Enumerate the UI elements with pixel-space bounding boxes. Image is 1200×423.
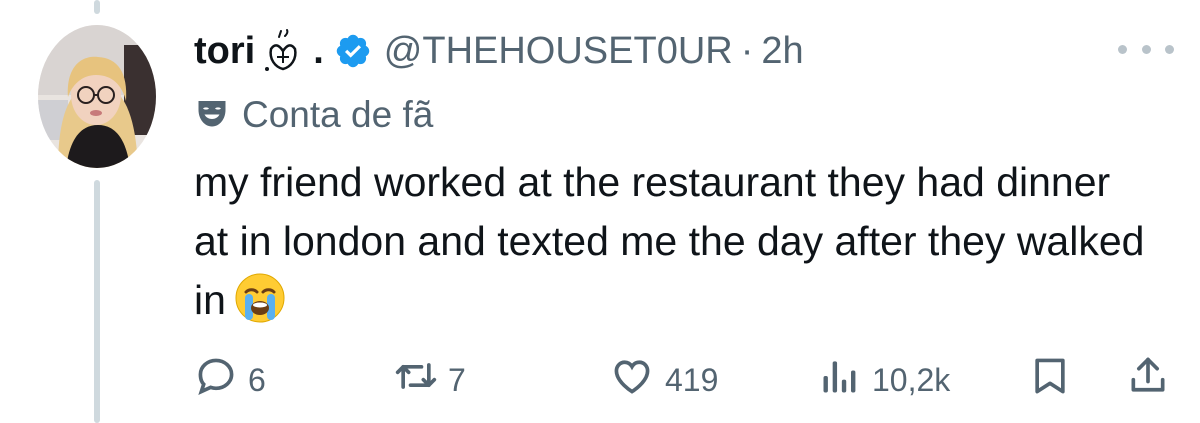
tweet-timestamp[interactable]: 2h [761,30,803,73]
author-name-suffix: . [313,29,324,72]
author-handle[interactable]: @THEHOUSET0UR [384,30,733,73]
action-bar: 6 7 419 10,2k [194,352,1174,408]
account-label-text: Conta de fã [242,94,434,135]
views-icon [818,354,862,406]
loudly-crying-face-icon [234,272,286,340]
more-dot [1141,44,1151,54]
account-label[interactable]: Conta de fã [194,92,433,138]
share-icon [1126,354,1170,406]
avatar-image [38,25,156,168]
bookmark-button[interactable] [1028,352,1072,408]
avatar[interactable] [38,25,156,168]
views-count: 10,2k [872,361,951,398]
more-dot [1165,44,1174,54]
repost-button[interactable]: 7 [394,352,466,408]
like-button[interactable]: 419 [609,352,718,408]
tweet-text: my friend worked at the restaurant they … [194,159,1145,323]
author-name[interactable]: tori [194,30,255,73]
thread-line-top [94,0,100,14]
views-button[interactable]: 10,2k [818,352,950,408]
verified-badge-icon[interactable] [334,32,372,70]
repost-icon [394,354,438,406]
like-icon [609,354,655,406]
tweet-body: my friend worked at the restaurant they … [194,153,1154,340]
bookmark-icon [1028,354,1072,406]
reply-count: 6 [248,361,266,398]
reply-button[interactable]: 6 [194,352,266,408]
repost-count: 7 [448,361,466,398]
like-count: 419 [665,361,719,398]
more-dot [1118,44,1127,54]
more-icon[interactable] [1118,36,1174,62]
thread-line-bottom [94,180,100,423]
tweet-header: tori . @THEHOUSET0UR · 2h [194,26,804,76]
separator-dot: · [740,29,754,72]
share-button[interactable] [1126,352,1170,408]
reply-icon [194,354,238,406]
name-decoration-icon [261,29,313,73]
fan-account-icon [194,95,230,136]
